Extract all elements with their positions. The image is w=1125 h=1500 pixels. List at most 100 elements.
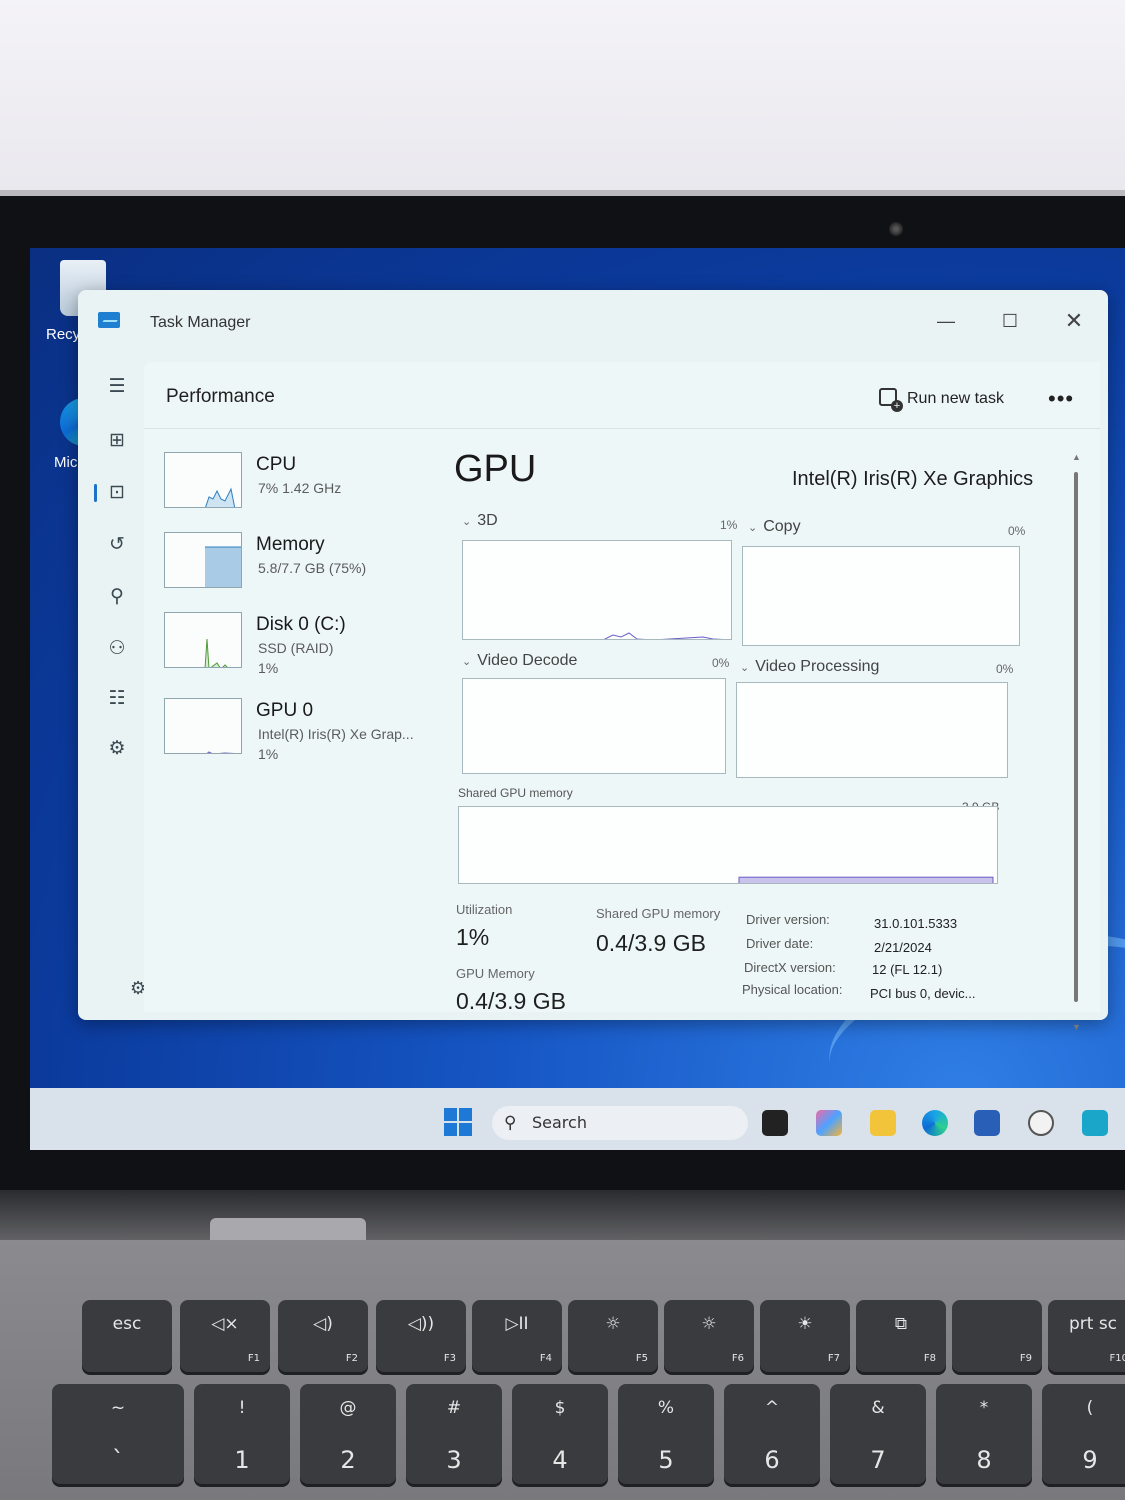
run-task-icon [879, 388, 903, 412]
shared-memory-label: Shared GPU memory [596, 906, 721, 921]
key-main-label: 3 [446, 1446, 462, 1474]
resource-detail: 7% 1.42 GHz [258, 480, 342, 496]
file-explorer-icon[interactable] [870, 1110, 896, 1136]
key-shift-label: ( [1086, 1398, 1094, 1418]
keyboard-backlight-icon[interactable]: ☼ F5 [568, 1300, 658, 1372]
startup-apps-icon[interactable]: ⚲ [100, 580, 134, 614]
start-button-icon[interactable] [444, 1108, 472, 1136]
key-shift-label: $ [554, 1398, 566, 1418]
key-fn-label: F8 [923, 1353, 936, 1364]
app-history-icon[interactable]: ↺ [100, 528, 134, 562]
close-button[interactable]: ✕ [1054, 306, 1094, 336]
key-5[interactable]: % 5 [618, 1384, 714, 1484]
resource-detail: SSD (RAID) [258, 640, 334, 656]
engine-video-decode-dropdown[interactable]: ⌄ Video Decode [462, 652, 577, 670]
processes-icon[interactable]: ⊞ [100, 424, 134, 458]
key-3[interactable]: #3 [406, 1384, 502, 1484]
key-fn-label: F10 [1109, 1353, 1125, 1364]
resource-detail: 5.8/7.7 GB (75%) [258, 560, 367, 576]
shared-memory-value: 0.4/3.9 GB [596, 930, 706, 956]
driver-date-label: Driver date: [746, 936, 814, 951]
users-icon[interactable]: ⚇ [100, 632, 134, 666]
key-shift-label: @ [339, 1398, 357, 1418]
volume-down-icon[interactable]: ◁) F2 [278, 1300, 368, 1372]
dell-icon[interactable] [1028, 1110, 1054, 1136]
resource-gpu[interactable]: GPU 0 Intel(R) Iris(R) Xe Grap... 1% [164, 698, 434, 762]
key-label: ▷II [505, 1314, 529, 1334]
f9-key[interactable]: F9 [952, 1300, 1042, 1372]
key-`[interactable]: ~ ` [52, 1384, 184, 1484]
print-screen-key[interactable]: prt sc F10 [1048, 1300, 1125, 1372]
performance-icon[interactable]: ⊡ [94, 476, 134, 510]
disk-thumbnail-graph [164, 612, 242, 668]
services-icon[interactable]: ⚙ [100, 732, 134, 766]
key-9[interactable]: (9 [1042, 1384, 1125, 1484]
edge-browser-icon[interactable] [922, 1110, 948, 1136]
maximize-button[interactable]: ☐ [990, 306, 1030, 336]
engine-name: Video Decode [477, 652, 578, 669]
graph-video-processing [736, 682, 1008, 778]
volume-up-icon[interactable]: ◁)) F3 [376, 1300, 466, 1372]
background-wall [0, 0, 1125, 200]
key-main-label: ` [112, 1446, 124, 1474]
key-label: ◁)) [407, 1314, 435, 1334]
task-manager-window: Task Manager — ☐ ✕ ☰ ⊞ ⊡ ↺ ⚲ ⚇ ☷ ⚙ ⚙ Per… [78, 290, 1108, 1032]
engine-video-processing-dropdown[interactable]: ⌄ Video Processing [740, 658, 879, 676]
display-switch-icon[interactable]: ⧉ F8 [856, 1300, 946, 1372]
engine-copy-dropdown[interactable]: ⌄ Copy [748, 518, 801, 536]
esc-key[interactable]: esc [82, 1300, 172, 1372]
more-options-icon[interactable]: ••• [1048, 386, 1074, 412]
chevron-down-icon: ⌄ [462, 516, 472, 528]
resource-cpu[interactable]: CPU 7% 1.42 GHz [164, 452, 434, 516]
task-view-icon[interactable] [762, 1110, 788, 1136]
performance-panel: Performance Run new task ••• CPU 7% 1.42… [144, 362, 1100, 1014]
key-8[interactable]: * 8 [936, 1384, 1032, 1484]
webcam [889, 222, 903, 236]
resource-usage: 1% [258, 746, 279, 762]
mute-icon[interactable]: ◁× F1 [180, 1300, 270, 1372]
resource-disk[interactable]: Disk 0 (C:) SSD (RAID) 1% [164, 612, 434, 676]
engine-name: Copy [763, 518, 801, 535]
physical-location-value: PCI bus 0, devic... [870, 986, 976, 1001]
scroll-up-arrow-icon[interactable]: ▲ [1072, 452, 1081, 462]
gpu-model-name: Intel(R) Iris(R) Xe Graphics [792, 468, 1034, 490]
engine-3d-dropdown[interactable]: ⌄ 3D [462, 512, 498, 530]
title-bar[interactable]: Task Manager — ☐ ✕ [78, 290, 1108, 352]
resource-usage: 1% [258, 660, 279, 676]
key-main-label: 9 [1082, 1446, 1098, 1474]
resource-memory[interactable]: Memory 5.8/7.7 GB (75%) [164, 532, 434, 596]
taskbar-search[interactable]: ⚲ Search [492, 1106, 748, 1140]
scroll-down-arrow-icon[interactable]: ▼ [1072, 1022, 1081, 1032]
driver-version-value: 31.0.101.5333 [874, 916, 958, 931]
key-fn-label: F6 [731, 1353, 744, 1364]
copilot-icon[interactable] [816, 1110, 842, 1136]
shared-memory-graph-label: Shared GPU memory [458, 786, 573, 800]
scrollbar-thumb[interactable] [1074, 472, 1078, 1002]
minimize-button[interactable]: — [926, 306, 966, 336]
directx-version-label: DirectX version: [744, 960, 836, 975]
details-icon[interactable]: ☷ [100, 682, 134, 716]
key-7[interactable]: & 7 [830, 1384, 926, 1484]
chevron-down-icon: ⌄ [748, 522, 758, 534]
brightness-up-icon[interactable]: ☀ F7 [760, 1300, 850, 1372]
play-pause-icon[interactable]: ▷II F4 [472, 1300, 562, 1372]
resource-name: GPU 0 [256, 700, 314, 721]
key-4[interactable]: $4 [512, 1384, 608, 1484]
key-shift-label: ^ [764, 1398, 780, 1418]
key-6[interactable]: ^ 6 [724, 1384, 820, 1484]
resource-name: Disk 0 (C:) [256, 614, 346, 635]
microsoft-store-icon[interactable] [974, 1110, 1000, 1136]
key-label: esc [112, 1314, 142, 1334]
graph-video-decode [462, 678, 726, 774]
resource-name: CPU [256, 454, 297, 475]
vertical-scrollbar[interactable]: ▲ ▼ [1072, 452, 1081, 1032]
gpu-heading: GPU [454, 448, 537, 490]
run-new-task-button[interactable]: Run new task [879, 388, 1004, 412]
resource-name: Memory [256, 534, 325, 555]
key-1[interactable]: ! 1 [194, 1384, 290, 1484]
search-placeholder: Search [532, 1113, 587, 1132]
cortana-icon[interactable] [1082, 1110, 1108, 1136]
brightness-down-icon[interactable]: ☼ F6 [664, 1300, 754, 1372]
key-2[interactable]: @2 [300, 1384, 396, 1484]
hamburger-menu-icon[interactable]: ☰ [100, 370, 134, 404]
